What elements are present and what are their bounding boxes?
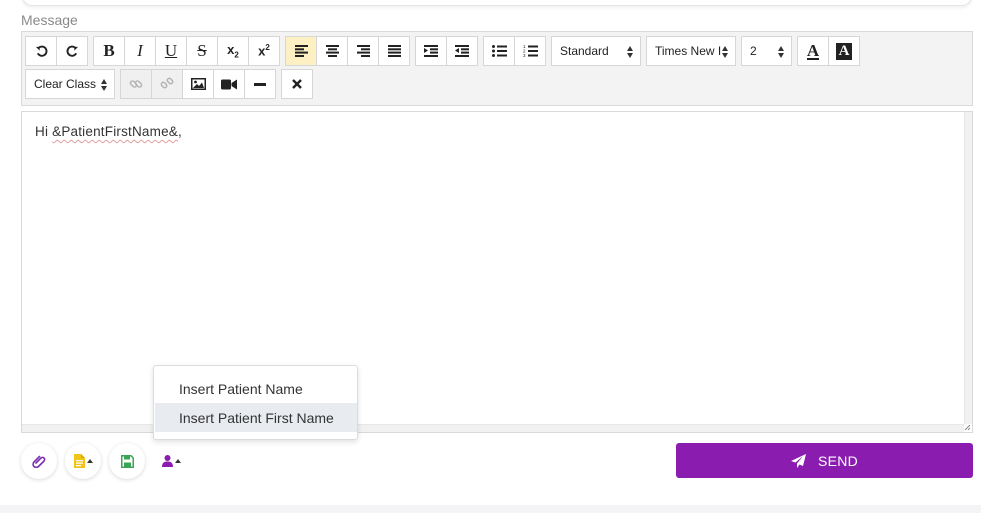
horizontal-rule-button[interactable] — [244, 69, 276, 99]
bullet-list-button[interactable] — [483, 36, 515, 66]
caret-up-icon — [174, 459, 181, 463]
font-color-button[interactable]: A — [797, 36, 829, 66]
strikethrough-button[interactable]: S — [186, 36, 218, 66]
subscript-button[interactable]: x2 — [217, 36, 249, 66]
align-center-button[interactable] — [316, 36, 348, 66]
previous-card-edge — [22, 0, 972, 6]
superscript-button[interactable]: x2 — [248, 36, 280, 66]
vertical-scrollbar[interactable] — [964, 112, 972, 424]
send-button[interactable]: SEND — [676, 443, 973, 478]
save-draft-button[interactable] — [109, 443, 145, 479]
bold-button[interactable]: B — [93, 36, 125, 66]
align-right-button[interactable] — [347, 36, 379, 66]
insert-group — [120, 69, 276, 99]
indent-button[interactable] — [415, 36, 447, 66]
save-icon — [120, 454, 134, 468]
outdent-button[interactable] — [446, 36, 478, 66]
video-camera-icon — [221, 79, 237, 89]
insert-field-button[interactable] — [153, 443, 189, 479]
history-group — [25, 36, 88, 66]
outdent-icon — [455, 45, 469, 57]
list-group: 123 — [483, 36, 546, 66]
unlink-button[interactable] — [151, 69, 183, 99]
horizontal-rule-icon — [254, 82, 266, 86]
font-size-select[interactable]: 2 — [741, 36, 792, 66]
insert-video-button[interactable] — [213, 69, 245, 99]
resize-handle-icon[interactable] — [964, 424, 971, 431]
close-icon — [292, 79, 302, 89]
document-icon — [73, 454, 85, 468]
insert-field-dropdown: Insert Patient Name Insert Patient First… — [153, 365, 358, 440]
svg-text:3: 3 — [523, 53, 526, 58]
select-arrow-icon — [722, 45, 729, 59]
align-center-icon — [325, 45, 339, 57]
clear-class-select[interactable]: Clear Class — [25, 69, 115, 99]
patient-first-name-token: &PatientFirstName& — [52, 124, 179, 139]
editor-content[interactable]: Hi &PatientFirstName&, — [35, 124, 182, 139]
toolbar-row-1: B I U S x2 x2 1 2 3 Standard Times New I… — [25, 36, 865, 66]
numbered-list-button[interactable]: 123 — [514, 36, 546, 66]
color-group: A A — [797, 36, 860, 66]
user-icon — [161, 455, 173, 467]
unlink-icon — [160, 77, 174, 89]
indent-icon — [424, 45, 438, 57]
message-label: Message — [21, 12, 78, 28]
insert-patient-name-item[interactable]: Insert Patient Name — [155, 374, 357, 403]
attach-button[interactable] — [21, 443, 57, 479]
redo-button[interactable] — [56, 36, 88, 66]
insert-link-button[interactable] — [120, 69, 152, 99]
font-style-group: B I U S x2 x2 — [93, 36, 280, 66]
insert-image-button[interactable] — [182, 69, 214, 99]
remove-format-button[interactable] — [281, 69, 313, 99]
align-left-button[interactable] — [285, 36, 317, 66]
align-justify-button[interactable] — [378, 36, 410, 66]
image-icon — [190, 78, 206, 90]
caret-up-icon — [86, 459, 93, 463]
paper-plane-icon — [790, 453, 806, 468]
paragraph-format-select[interactable]: Standard — [551, 36, 641, 66]
align-left-icon — [294, 45, 308, 57]
toolbar-row-2: Clear Class — [25, 69, 318, 99]
underline-button[interactable]: U — [155, 36, 187, 66]
align-right-icon — [356, 45, 370, 57]
indent-group — [415, 36, 478, 66]
select-arrow-icon — [101, 78, 108, 92]
redo-icon — [66, 45, 78, 57]
insert-patient-first-name-item[interactable]: Insert Patient First Name — [155, 403, 357, 432]
italic-button[interactable]: I — [124, 36, 156, 66]
alignment-group — [285, 36, 410, 66]
numbered-list-icon: 123 — [523, 44, 538, 58]
background-color-button[interactable]: A — [828, 36, 860, 66]
paperclip-icon — [32, 455, 46, 468]
align-justify-icon — [387, 45, 401, 57]
bullet-list-icon — [491, 45, 507, 57]
select-arrow-icon — [627, 45, 634, 59]
editor-toolbar: B I U S x2 x2 1 2 3 Standard Times New I… — [21, 31, 973, 106]
undo-icon — [35, 45, 47, 57]
template-button[interactable] — [65, 443, 101, 479]
undo-button[interactable] — [25, 36, 57, 66]
link-icon — [129, 80, 143, 88]
select-arrow-icon — [778, 45, 785, 59]
font-family-select[interactable]: Times New I — [646, 36, 736, 66]
footer-strip — [0, 505, 981, 513]
remove-format-group — [281, 69, 313, 99]
